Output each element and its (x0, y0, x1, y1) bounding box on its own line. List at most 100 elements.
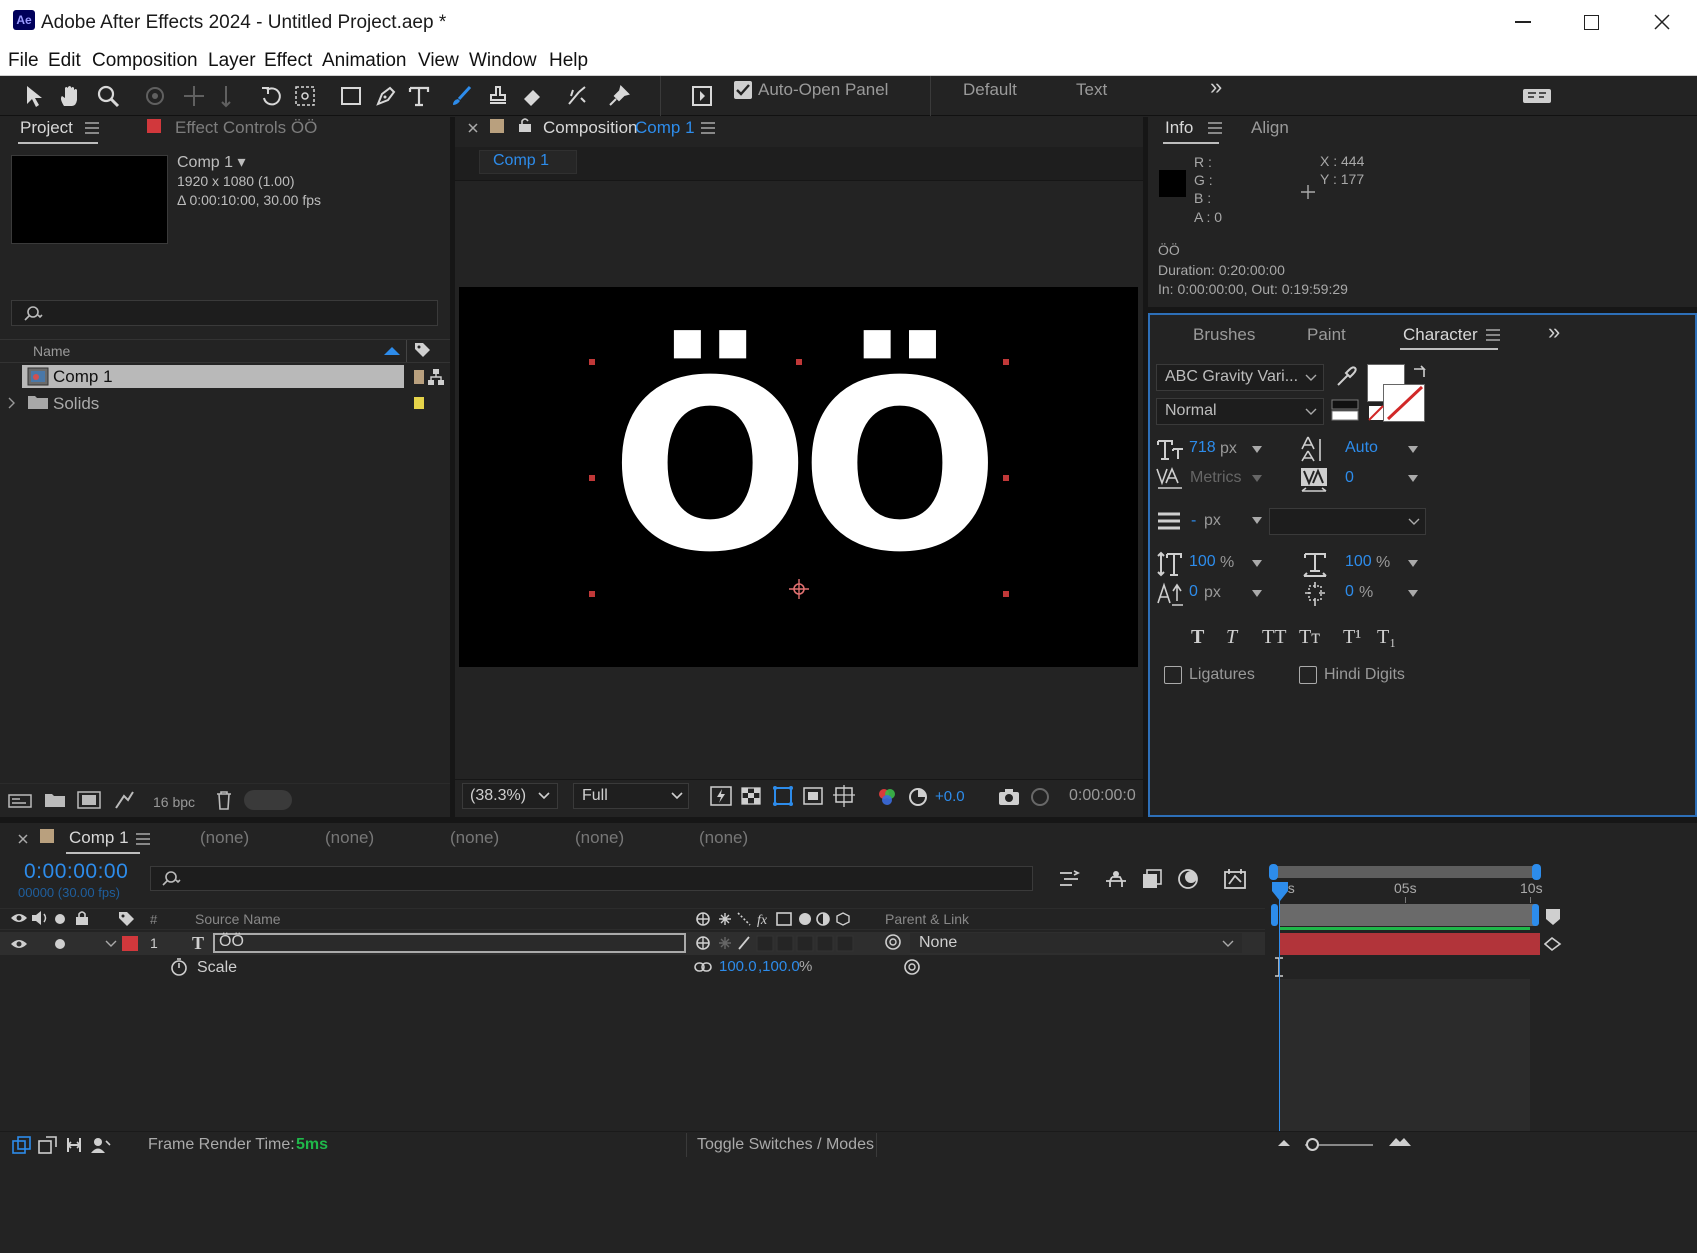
type-tool-icon[interactable] (405, 82, 433, 110)
dropdown-arrow-icon[interactable] (1252, 560, 1262, 568)
menu-animation[interactable]: Animation (322, 50, 407, 72)
layer-duration-bar[interactable] (1280, 933, 1540, 955)
nav-end-handle[interactable] (1532, 904, 1539, 926)
dropdown-arrow-icon[interactable] (1408, 475, 1418, 483)
stroke-width-value[interactable]: - (1191, 512, 1196, 530)
track-area[interactable] (1280, 979, 1530, 1131)
comp-timecode[interactable]: 0:00:00:0 (1069, 787, 1136, 805)
tab-character[interactable]: Character (1403, 325, 1478, 345)
text-layer-content[interactable]: ÖÖ (585, 338, 1015, 598)
project-item-label-color[interactable] (414, 370, 424, 384)
solo-header-icon[interactable] (55, 914, 65, 924)
frame-blending-icon[interactable] (1177, 868, 1199, 890)
new-folder-icon[interactable] (44, 791, 66, 809)
grid-guide-icon[interactable] (833, 785, 855, 807)
faux-italic-button[interactable]: T (1226, 626, 1237, 649)
comp-viewer-canvas[interactable]: ÖÖ (459, 287, 1138, 667)
tab-info[interactable]: Info (1165, 118, 1193, 138)
video-eye-header-icon[interactable] (10, 912, 28, 924)
col-name-header[interactable]: Name (33, 343, 70, 359)
transfer-controls-icon[interactable] (38, 1136, 58, 1154)
pick-whip-icon[interactable] (884, 933, 902, 951)
nav-start-handle[interactable] (1271, 904, 1278, 926)
label-column-icon[interactable] (413, 341, 431, 359)
brush-tool-icon[interactable] (448, 82, 476, 110)
flowchart-icon[interactable] (427, 368, 445, 386)
tab-none-5[interactable]: (none) (699, 828, 748, 848)
dropdown-arrow-icon[interactable] (1408, 590, 1418, 598)
timeline-search-input[interactable] (150, 866, 1033, 891)
menu-window[interactable]: Window (469, 50, 537, 72)
project-menu-icon[interactable] (85, 122, 99, 134)
eraser-tool-icon[interactable] (519, 82, 547, 110)
region-of-interest-icon[interactable] (803, 787, 823, 805)
tab-composition-comp-name[interactable]: Comp 1 (635, 118, 695, 138)
character-menu-icon[interactable] (1486, 329, 1500, 341)
vertical-scale-value[interactable]: 100 (1189, 553, 1216, 571)
timeline-menu-icon[interactable] (136, 833, 150, 845)
audio-header-icon[interactable] (31, 910, 49, 926)
composition-mini-flowchart-icon[interactable] (1058, 869, 1082, 889)
reset-exposure-icon[interactable] (908, 787, 928, 807)
sort-ascending-icon[interactable] (384, 346, 400, 356)
menu-help[interactable]: Help (549, 50, 588, 72)
tab-align[interactable]: Align (1251, 118, 1289, 138)
motion-blur-icon[interactable] (1223, 868, 1247, 890)
dropdown-arrow-icon[interactable] (1408, 446, 1418, 454)
dropdown-arrow-icon[interactable] (1252, 590, 1262, 598)
hand-tool-icon[interactable] (56, 82, 84, 110)
workspace-menu-icon[interactable] (1520, 82, 1554, 110)
zoom-in-icon[interactable] (1388, 1135, 1412, 1147)
hide-shy-layers-icon[interactable] (1141, 868, 1163, 890)
zoom-out-icon[interactable] (1277, 1137, 1291, 1147)
fast-previews-icon[interactable] (710, 786, 732, 806)
constrain-proportions-icon[interactable] (694, 961, 712, 973)
workspace-text[interactable]: Text (1076, 80, 1107, 100)
pan-camera-icon[interactable] (180, 82, 208, 110)
timeline-navigator-bar[interactable] (1280, 904, 1535, 926)
dolly-camera-icon[interactable] (212, 82, 240, 110)
dropdown-arrow-icon[interactable] (1252, 446, 1262, 454)
bit-depth-button[interactable]: 16 bpc (153, 794, 195, 810)
tsume-value[interactable]: 0 (1345, 583, 1354, 601)
dropdown-arrow-icon[interactable] (1252, 475, 1262, 483)
selection-tool-icon[interactable] (20, 82, 48, 110)
tab-none-1[interactable]: (none) (200, 828, 249, 848)
toggle-switches-modes-button[interactable]: Toggle Switches / Modes (697, 1136, 874, 1154)
snapshot-camera-icon[interactable] (998, 788, 1020, 806)
new-composition-icon[interactable] (77, 791, 101, 809)
layer-switches-icons[interactable] (695, 934, 855, 952)
work-area-start-handle[interactable] (1269, 864, 1278, 880)
auto-open-checkbox[interactable] (734, 81, 752, 99)
adjust-settings-icon[interactable] (113, 790, 135, 810)
tab-none-2[interactable]: (none) (325, 828, 374, 848)
tab-none-3[interactable]: (none) (450, 828, 499, 848)
rotation-tool-icon[interactable] (257, 82, 285, 110)
work-area-bar[interactable] (1273, 866, 1538, 878)
menu-file[interactable]: File (8, 50, 39, 72)
color-channel-icon[interactable] (877, 787, 897, 807)
comp-info-name[interactable]: Comp 1 ▾ (177, 152, 246, 172)
draft-3d-icon[interactable] (1104, 869, 1128, 889)
comp-panel-menu-icon[interactable] (701, 122, 715, 134)
swap-colors-icon[interactable] (1412, 365, 1428, 379)
expand-chevron-icon[interactable] (8, 397, 16, 409)
work-area-end-handle[interactable] (1532, 864, 1541, 880)
label-header-icon[interactable] (117, 910, 135, 928)
transparency-grid-icon[interactable] (741, 787, 761, 805)
scale-x-value[interactable]: 100.0 (719, 958, 757, 975)
close-tab-icon[interactable] (467, 122, 479, 134)
superscript-button[interactable]: T¹ (1343, 626, 1361, 649)
current-timecode[interactable]: 0:00:00:00 (24, 860, 128, 884)
dropdown-arrow-icon[interactable] (1252, 517, 1262, 525)
small-caps-button[interactable]: Tт (1299, 626, 1320, 649)
subscript-button[interactable]: T₁ (1377, 626, 1396, 649)
stroke-style-dropdown[interactable] (1269, 508, 1426, 535)
comp-marker-bin-icon[interactable] (1545, 908, 1561, 926)
thumbnail-scroll[interactable] (244, 790, 292, 810)
bounding-box-handle[interactable] (589, 591, 595, 597)
baseline-shift-value[interactable]: 0 (1189, 583, 1198, 601)
in-out-stretch-icon[interactable] (65, 1136, 83, 1154)
horizontal-scale-value[interactable]: 100 (1345, 553, 1372, 571)
playhead-icon[interactable] (1271, 881, 1289, 903)
